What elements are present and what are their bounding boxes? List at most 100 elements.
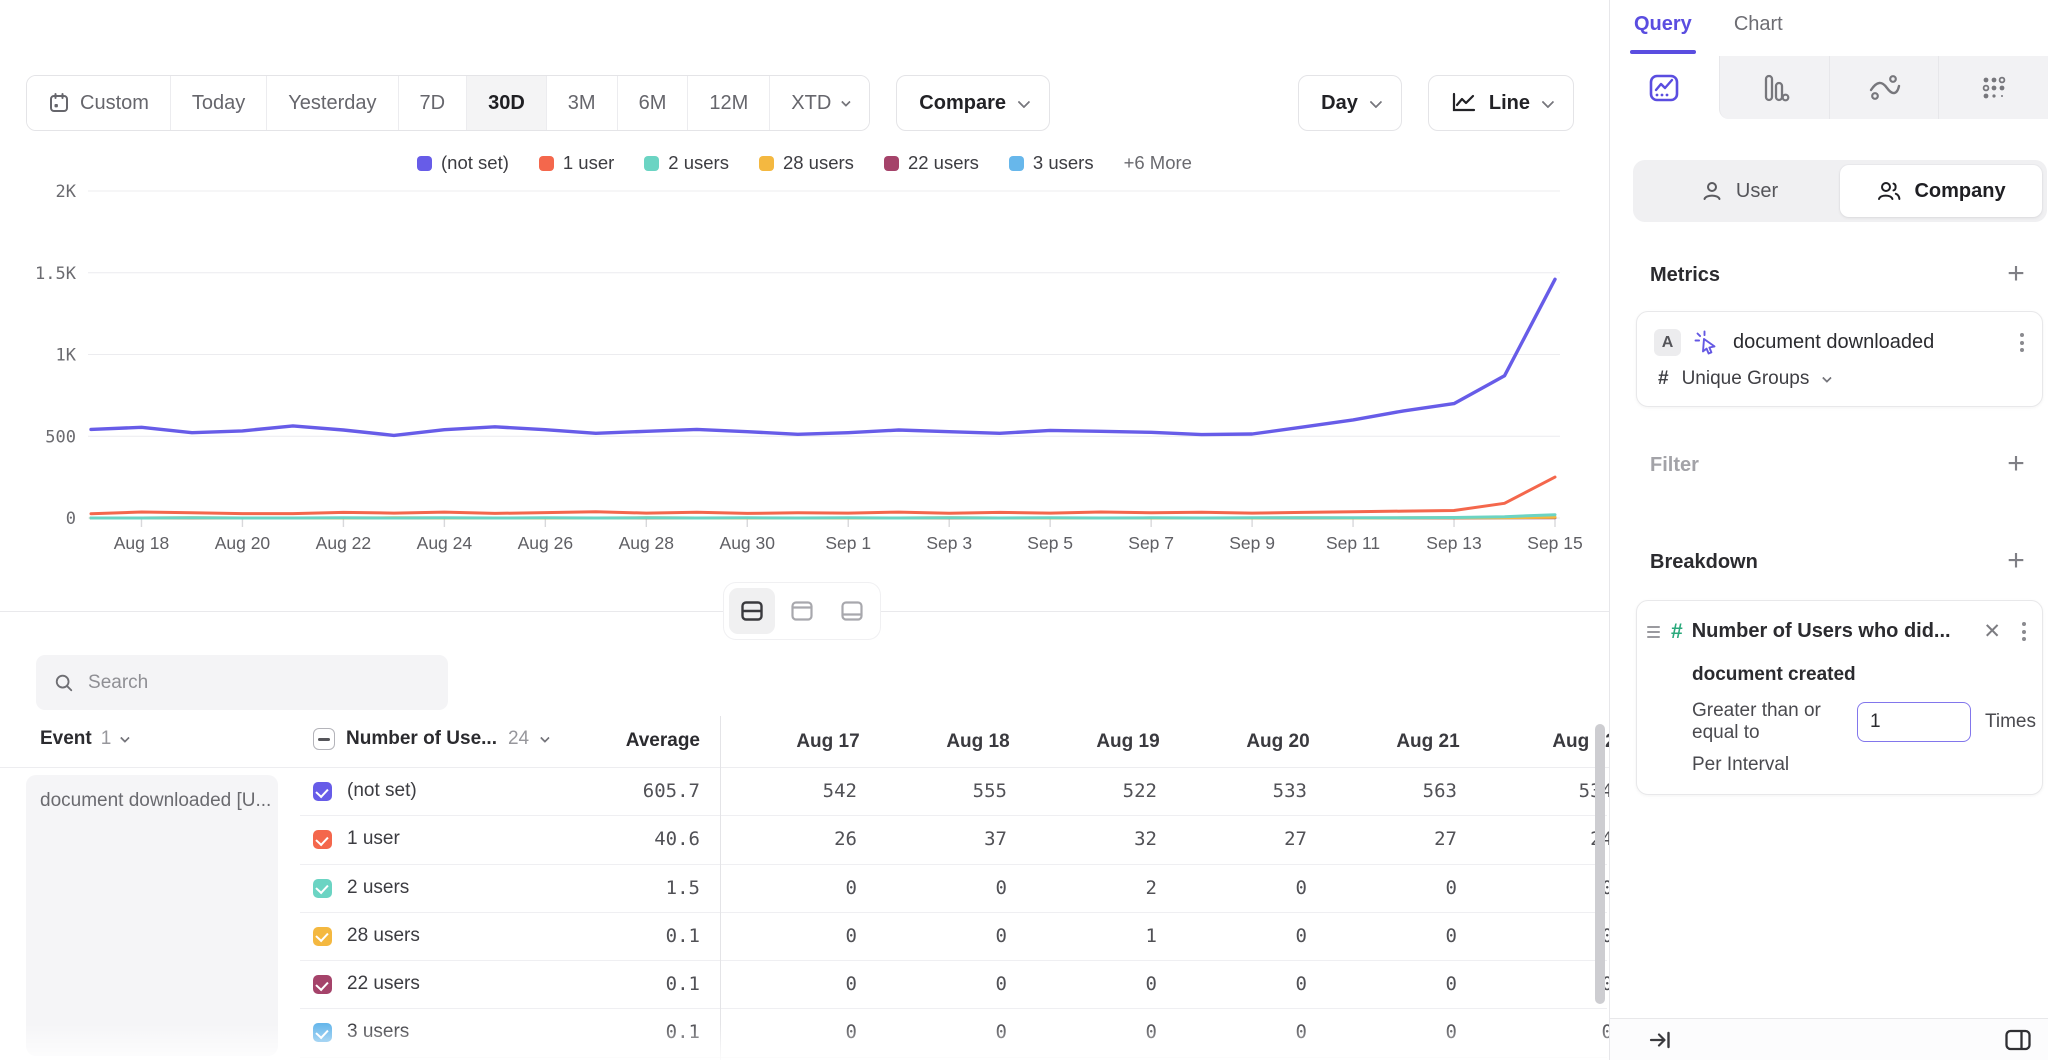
chart-type-funnel[interactable] [1719,56,1829,119]
layout-bottom-icon [840,599,864,623]
drag-handle-icon[interactable] [1645,622,1662,642]
layout-split-button[interactable] [729,588,775,634]
row-values: 000000 [753,1021,1609,1043]
row-value: 27 [1203,828,1353,850]
layout-chart-only-button[interactable] [779,588,825,634]
metric-card[interactable]: A document downloaded # Unique Groups [1636,311,2043,407]
row-average: 0.1 [540,925,700,947]
search-input[interactable] [88,672,430,694]
row-value: 26 [753,828,903,850]
tab-chart[interactable]: Chart [1734,13,1783,48]
svg-text:Aug 30: Aug 30 [720,533,776,553]
chart-type-flow[interactable] [1829,56,1939,119]
row-checkbox[interactable] [313,782,332,801]
metric-letter-badge: A [1654,329,1681,356]
chart-type-strip [1610,56,2048,119]
row-value: 32 [1053,828,1203,850]
add-metric-button[interactable]: + [1998,256,2034,292]
table-header: Event 1 Number of Use... 24 Average Aug … [0,716,1609,768]
row-values: 542555522533563534 [753,780,1609,802]
remove-breakdown-button[interactable]: ✕ [1977,615,2007,648]
row-values: 002000 [753,877,1609,899]
row-value: 0 [1353,1021,1503,1043]
row-value: 0 [1353,877,1503,899]
tab-query[interactable]: Query [1634,13,1692,48]
row-checkbox[interactable] [313,927,332,946]
scope-user-option[interactable]: User [1638,165,1840,217]
scope-user-label: User [1736,180,1778,203]
metrics-heading: Metrics [1650,264,1720,287]
svg-text:Aug 28: Aug 28 [619,533,674,553]
svg-text:Sep 13: Sep 13 [1426,533,1481,553]
row-checkbox[interactable] [313,975,332,994]
row-value: 563 [1353,780,1503,802]
event-cell[interactable]: document downloaded [U... [26,775,278,1056]
layout-table-only-button[interactable] [829,588,875,634]
scope-toggle: User Company [1633,160,2047,222]
condition-value-input[interactable] [1857,702,1971,742]
row-value: 522 [1053,780,1203,802]
breakdown-menu-button[interactable] [2016,616,2032,647]
row-value: 0 [903,877,1053,899]
row-value: 27 [1353,828,1503,850]
row-values: 001000 [753,925,1609,947]
condition-unit: Times [1985,711,2036,733]
event-column-header[interactable]: Event 1 [40,728,127,750]
chart-type-matrix[interactable] [1938,56,2048,119]
row-checkbox[interactable] [313,1023,332,1042]
row-label: 28 users [347,925,420,947]
row-value: 0 [1509,1021,1609,1043]
row-checkbox[interactable] [313,879,332,898]
event-header-label: Event [40,728,92,750]
sidebar-tabs: Query Chart [1634,13,1783,48]
row-value: 0 [903,1021,1053,1043]
row-value: 0 [1203,925,1353,947]
row-checkbox[interactable] [313,830,332,849]
sidebar-footer [1610,1018,2048,1060]
row-value: 0 [903,973,1053,995]
arrow-to-bar-icon [1648,1029,1672,1051]
event-count: 1 [101,728,112,750]
chart-type-line-segmented[interactable] [1610,56,1719,119]
add-breakdown-button[interactable]: + [1998,543,2034,579]
table-scrollbar[interactable] [1595,724,1605,1004]
panel-toggle-button[interactable] [2004,1028,2032,1052]
scope-company-label: Company [1914,180,2005,203]
column-header-date: Aug 22 [1509,731,1609,753]
row-value: 0 [753,925,903,947]
row-value: 0 [753,973,903,995]
breakdown-card[interactable]: # Number of Users who did... ✕ document … [1636,600,2043,795]
scope-company-option[interactable]: Company [1840,165,2042,217]
svg-text:2K: 2K [56,182,77,202]
group-column-header[interactable]: Number of Use... 24 [313,728,547,750]
row-value: 37 [903,828,1053,850]
bar-chart-icon [1757,71,1791,105]
row-value: 0 [1509,877,1609,899]
svg-text:Sep 3: Sep 3 [926,533,972,553]
row-average: 0.1 [540,1021,700,1043]
numeric-property-icon: # [1671,620,1683,644]
select-all-checkbox[interactable] [313,728,335,750]
svg-text:Sep 9: Sep 9 [1229,533,1275,553]
row-value: 0 [1353,925,1503,947]
layout-top-icon [790,599,814,623]
metric-row: A document downloaded [1637,312,2042,364]
breakdown-title: Number of Users who did... [1692,620,1969,643]
svg-text:Aug 22: Aug 22 [316,533,371,553]
row-value: 555 [903,780,1053,802]
row-values: 000000 [753,973,1609,995]
row-label: 2 users [347,877,409,899]
split-panel-icon [2004,1028,2032,1052]
collapse-sidebar-button[interactable] [1648,1029,1672,1051]
breakdown-event[interactable]: document created [1637,652,2042,688]
aggregation-dropdown[interactable]: # Unique Groups [1637,364,2042,406]
svg-text:1.5K: 1.5K [35,264,77,284]
svg-text:Aug 20: Aug 20 [215,533,271,553]
add-filter-button[interactable]: + [1998,446,2034,482]
metric-menu-button[interactable] [2014,327,2030,358]
date-column-headers: Aug 17Aug 18Aug 19Aug 20Aug 21Aug 22 [753,716,1609,768]
analytics-app: CustomTodayYesterday7D30D3M6M12MXTD Comp… [0,0,2048,1060]
row-value: 0 [1509,925,1609,947]
row-value: 0 [1053,973,1203,995]
column-header-date: Aug 21 [1353,731,1503,753]
